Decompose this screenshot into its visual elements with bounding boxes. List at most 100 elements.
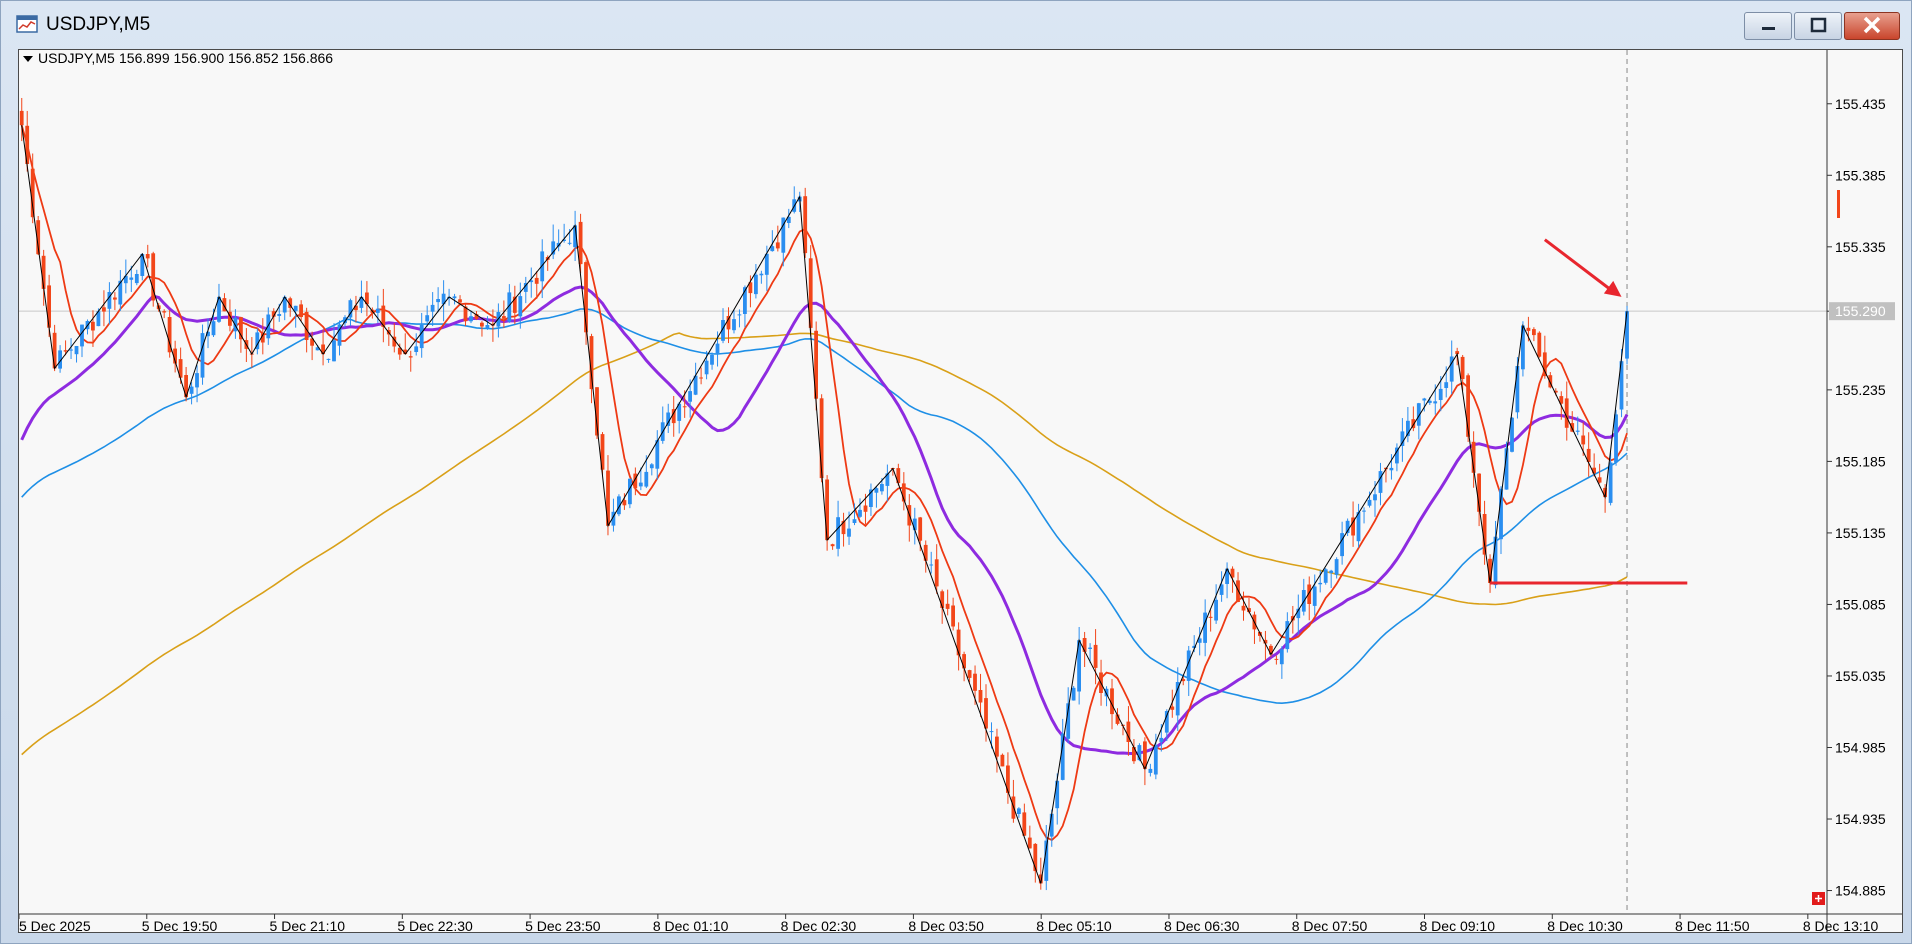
arrow-head-icon[interactable] [1603, 280, 1622, 297]
candle[interactable] [1537, 331, 1542, 358]
candle[interactable] [299, 300, 303, 322]
candle[interactable] [1022, 803, 1027, 836]
candle[interactable] [441, 280, 446, 322]
candle[interactable] [1203, 599, 1207, 657]
candle[interactable] [1170, 689, 1175, 718]
candle[interactable] [666, 403, 671, 433]
candle[interactable] [326, 358, 331, 363]
candle[interactable] [1132, 739, 1136, 764]
candle[interactable] [951, 597, 955, 631]
candle[interactable] [354, 295, 358, 323]
candle[interactable] [1027, 825, 1032, 849]
candle[interactable] [271, 308, 276, 331]
candle[interactable] [167, 309, 172, 358]
candle[interactable] [885, 464, 890, 502]
candle[interactable] [386, 326, 391, 346]
candle[interactable] [74, 345, 79, 363]
candle[interactable] [1334, 557, 1339, 579]
candle[interactable] [145, 244, 150, 268]
candle[interactable] [1000, 753, 1005, 767]
candle[interactable] [529, 267, 534, 298]
candle[interactable] [945, 589, 950, 616]
candle[interactable] [1279, 646, 1284, 679]
candle[interactable] [1532, 327, 1536, 342]
chart-area[interactable]: 155.435 155.385 155.335 155.290 155.235 155.1… [18, 49, 1903, 934]
candle[interactable] [1597, 463, 1602, 484]
candle[interactable] [1521, 321, 1525, 377]
candle[interactable] [1153, 733, 1158, 780]
candle[interactable] [693, 362, 698, 396]
candle[interactable] [419, 312, 424, 358]
candle[interactable] [162, 309, 167, 319]
candle[interactable] [715, 331, 720, 367]
candle[interactable] [655, 430, 660, 480]
candle[interactable] [1301, 578, 1306, 616]
candle[interactable] [518, 282, 523, 329]
candle[interactable] [737, 309, 742, 328]
price-chart[interactable]: 155.435 155.385 155.335 155.290 155.235 155.1… [18, 50, 1902, 934]
candle[interactable] [962, 651, 966, 682]
candle[interactable] [852, 503, 857, 526]
candle[interactable] [775, 225, 780, 252]
close-button[interactable] [1844, 12, 1900, 40]
candle[interactable] [589, 333, 594, 404]
candle[interactable] [1395, 443, 1399, 472]
candle[interactable] [671, 395, 676, 437]
candle[interactable] [80, 324, 84, 358]
candle[interactable] [584, 260, 588, 345]
candle[interactable] [1143, 737, 1147, 786]
candle[interactable] [321, 329, 325, 366]
candle[interactable] [337, 320, 342, 356]
candle[interactable] [1416, 402, 1421, 440]
candle[interactable] [660, 406, 665, 444]
candle[interactable] [107, 282, 112, 325]
candle[interactable] [869, 483, 873, 516]
candle[interactable] [523, 276, 528, 304]
candle[interactable] [732, 309, 736, 334]
candle[interactable] [1586, 432, 1591, 477]
candle[interactable] [1323, 567, 1328, 585]
candle[interactable] [260, 318, 265, 355]
candle[interactable] [1312, 574, 1317, 616]
title-bar[interactable]: USDJPY,M5 [1, 1, 1911, 45]
candle[interactable] [1186, 645, 1191, 697]
candle[interactable] [841, 512, 846, 547]
candle[interactable] [113, 292, 117, 311]
candle[interactable] [858, 498, 862, 518]
candle[interactable] [200, 324, 205, 385]
candle[interactable] [956, 622, 961, 671]
candle[interactable] [628, 478, 632, 509]
maximize-button[interactable] [1794, 12, 1842, 40]
candle[interactable] [710, 352, 714, 370]
candle[interactable] [1252, 611, 1257, 644]
candle[interactable] [1340, 521, 1344, 565]
candle[interactable] [600, 432, 605, 476]
candle[interactable] [217, 283, 221, 323]
candle[interactable] [1214, 584, 1218, 624]
candle[interactable] [759, 270, 764, 284]
candle[interactable] [118, 270, 123, 311]
candle[interactable] [1017, 807, 1021, 818]
candle[interactable] [929, 551, 934, 574]
candle[interactable] [151, 251, 156, 307]
candle[interactable] [995, 728, 999, 773]
candle[interactable] [1285, 612, 1290, 653]
candle[interactable] [830, 543, 835, 550]
candle[interactable] [1126, 706, 1131, 756]
candle[interactable] [512, 285, 517, 325]
candle[interactable] [1449, 340, 1454, 395]
candle[interactable] [1406, 407, 1410, 443]
candle[interactable] [1307, 576, 1312, 621]
candle[interactable] [1329, 569, 1334, 589]
candle[interactable] [1378, 462, 1383, 506]
candle[interactable] [1077, 626, 1081, 705]
candle[interactable] [381, 288, 386, 343]
candle[interactable] [743, 285, 747, 328]
candle[interactable] [901, 472, 906, 511]
candle[interactable] [414, 333, 419, 356]
candle[interactable] [1115, 708, 1120, 726]
candle[interactable] [1082, 631, 1087, 667]
scroll-to-end-button[interactable] [1812, 892, 1825, 905]
candle[interactable] [1296, 594, 1301, 635]
candle[interactable] [556, 229, 561, 252]
